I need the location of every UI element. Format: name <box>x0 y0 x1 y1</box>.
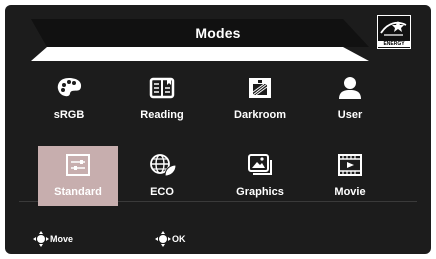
move-label: Move <box>50 234 74 244</box>
energy-star-text: ENERGY STAR <box>378 41 410 47</box>
film-icon <box>338 154 362 176</box>
palette-icon <box>57 78 82 97</box>
mode-label: sRGB <box>53 109 85 121</box>
mode-reading[interactable]: Reading <box>122 69 202 129</box>
mode-srgb[interactable]: sRGB <box>29 69 109 129</box>
mode-movie[interactable]: Movie <box>310 146 390 206</box>
mode-label: Darkroom <box>234 109 286 121</box>
user-icon <box>339 77 361 99</box>
title-bar: Modes ENERGY STAR <box>5 5 431 61</box>
footer-hints: Move OK <box>5 223 431 254</box>
mode-label: Movie <box>334 186 366 198</box>
energy-star-logo: ENERGY STAR <box>377 15 411 49</box>
mode-label: Reading <box>140 109 184 121</box>
energy-star-icon <box>380 21 407 36</box>
mode-eco[interactable]: ECO <box>122 146 202 206</box>
dpad-move-icon <box>33 231 49 247</box>
mode-user[interactable]: User <box>310 69 390 129</box>
mode-label: Graphics <box>236 186 284 198</box>
darkroom-icon <box>249 78 271 98</box>
mode-standard[interactable]: Standard <box>38 146 118 206</box>
move-hint: Move <box>33 231 93 247</box>
ok-hint: OK <box>155 231 205 247</box>
images-icon <box>248 154 272 175</box>
mode-label: Standard <box>54 186 102 198</box>
modes-grid: sRGB Reading Darkroom User Standard ECO … <box>5 61 431 221</box>
open-book-icon <box>149 77 175 99</box>
mode-label: User <box>337 109 363 121</box>
osd-menu: Modes ENERGY STAR sRGB <box>5 5 431 254</box>
mode-darkroom[interactable]: Darkroom <box>220 69 300 129</box>
eco-globe-icon <box>150 154 177 177</box>
mode-graphics[interactable]: Graphics <box>220 146 300 206</box>
mode-label: ECO <box>150 186 174 198</box>
ok-label: OK <box>172 234 186 244</box>
sliders-icon <box>66 154 90 176</box>
page-title: Modes <box>195 25 241 41</box>
dpad-ok-icon <box>155 231 171 247</box>
